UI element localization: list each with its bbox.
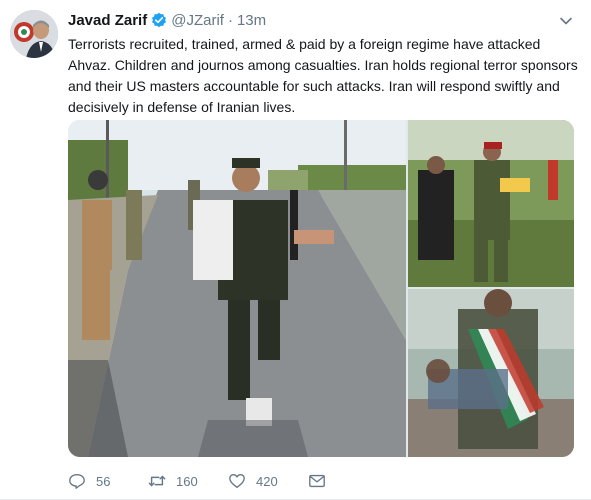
- media-grid[interactable]: [68, 120, 574, 457]
- direct-message-button[interactable]: [308, 472, 338, 490]
- tweet-text: Terrorists recruited, trained, armed & p…: [68, 36, 578, 115]
- media-photo-top-right[interactable]: [408, 120, 574, 287]
- like-button[interactable]: 420: [228, 472, 308, 490]
- separator-dot: ·: [227, 11, 233, 29]
- like-count: 420: [256, 473, 278, 489]
- media-photo-main[interactable]: [68, 120, 406, 457]
- tweet-header: Javad Zarif @JZarif · 13m: [68, 10, 266, 30]
- tweet-timestamp[interactable]: 13m: [237, 12, 266, 29]
- envelope-icon: [309, 474, 325, 488]
- author-name[interactable]: Javad Zarif: [68, 12, 147, 29]
- verified-badge-icon: [151, 12, 167, 28]
- author-handle[interactable]: @JZarif: [171, 12, 224, 29]
- heart-icon: [229, 474, 245, 488]
- retweet-icon: [148, 475, 166, 487]
- media-photo-bottom-right[interactable]: [408, 289, 574, 457]
- retweet-button[interactable]: 160: [148, 472, 228, 490]
- reply-count: 56: [96, 473, 111, 489]
- reply-icon: [69, 474, 85, 489]
- tweet-actions: 56 160 420: [68, 470, 338, 492]
- avatar[interactable]: [10, 10, 58, 58]
- tweet[interactable]: Javad Zarif @JZarif · 13m Terrorists rec…: [0, 0, 591, 500]
- reply-button[interactable]: 56: [68, 472, 148, 490]
- chevron-down-icon[interactable]: [559, 14, 573, 28]
- retweet-count: 160: [176, 473, 198, 489]
